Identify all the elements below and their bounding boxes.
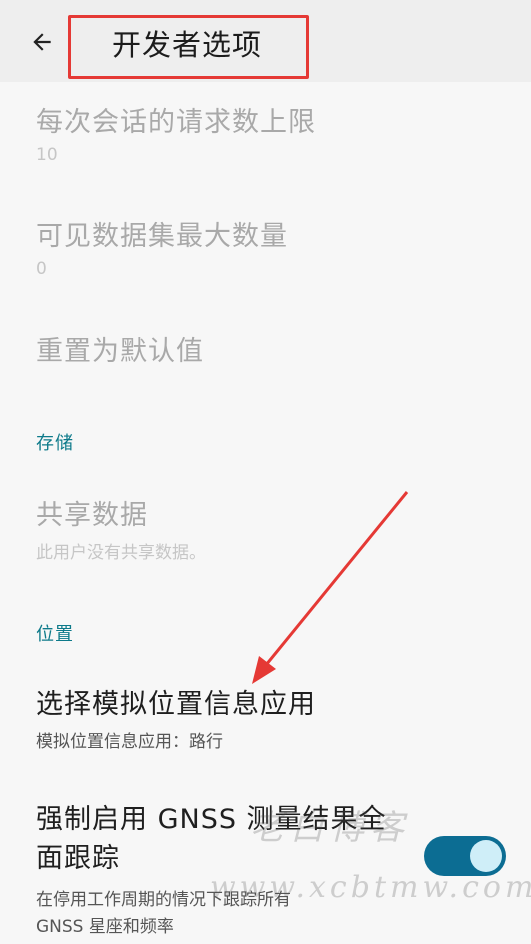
setting-summary: 此用户没有共享数据。 (36, 543, 206, 563)
setting-shared-data[interactable]: 共享数据 此用户没有共享数据。 (36, 493, 511, 563)
setting-title: 重置为默认值 (36, 336, 204, 367)
setting-summary: 模拟位置信息应用：路行 (36, 732, 223, 752)
toggle-knob (470, 840, 502, 872)
setting-max-requests[interactable]: 每次会话的请求数上限 10 (36, 100, 511, 165)
watermark-url: www.xcbtmw.com (210, 870, 531, 905)
arrow-back-icon (33, 33, 51, 51)
setting-summary: 10 (36, 145, 58, 165)
setting-mock-location-app[interactable]: 选择模拟位置信息应用 模拟位置信息应用：路行 (36, 682, 511, 752)
category-location: 位置 (36, 624, 74, 645)
back-button[interactable] (22, 22, 62, 62)
setting-summary-line2: GNSS 星座和频率 (36, 917, 174, 937)
watermark-text: 老白博客 (250, 808, 410, 848)
setting-max-datasets[interactable]: 可见数据集最大数量 0 (36, 214, 511, 279)
setting-reset-defaults[interactable]: 重置为默认值 (36, 329, 511, 368)
setting-summary: 0 (36, 259, 47, 279)
setting-title: 选择模拟位置信息应用 (36, 689, 316, 720)
setting-title: 可见数据集最大数量 (36, 221, 288, 252)
annotation-highlight-box (68, 15, 309, 79)
setting-title: 共享数据 (36, 500, 148, 531)
setting-title: 每次会话的请求数上限 (36, 107, 316, 138)
category-storage: 存储 (36, 433, 74, 454)
